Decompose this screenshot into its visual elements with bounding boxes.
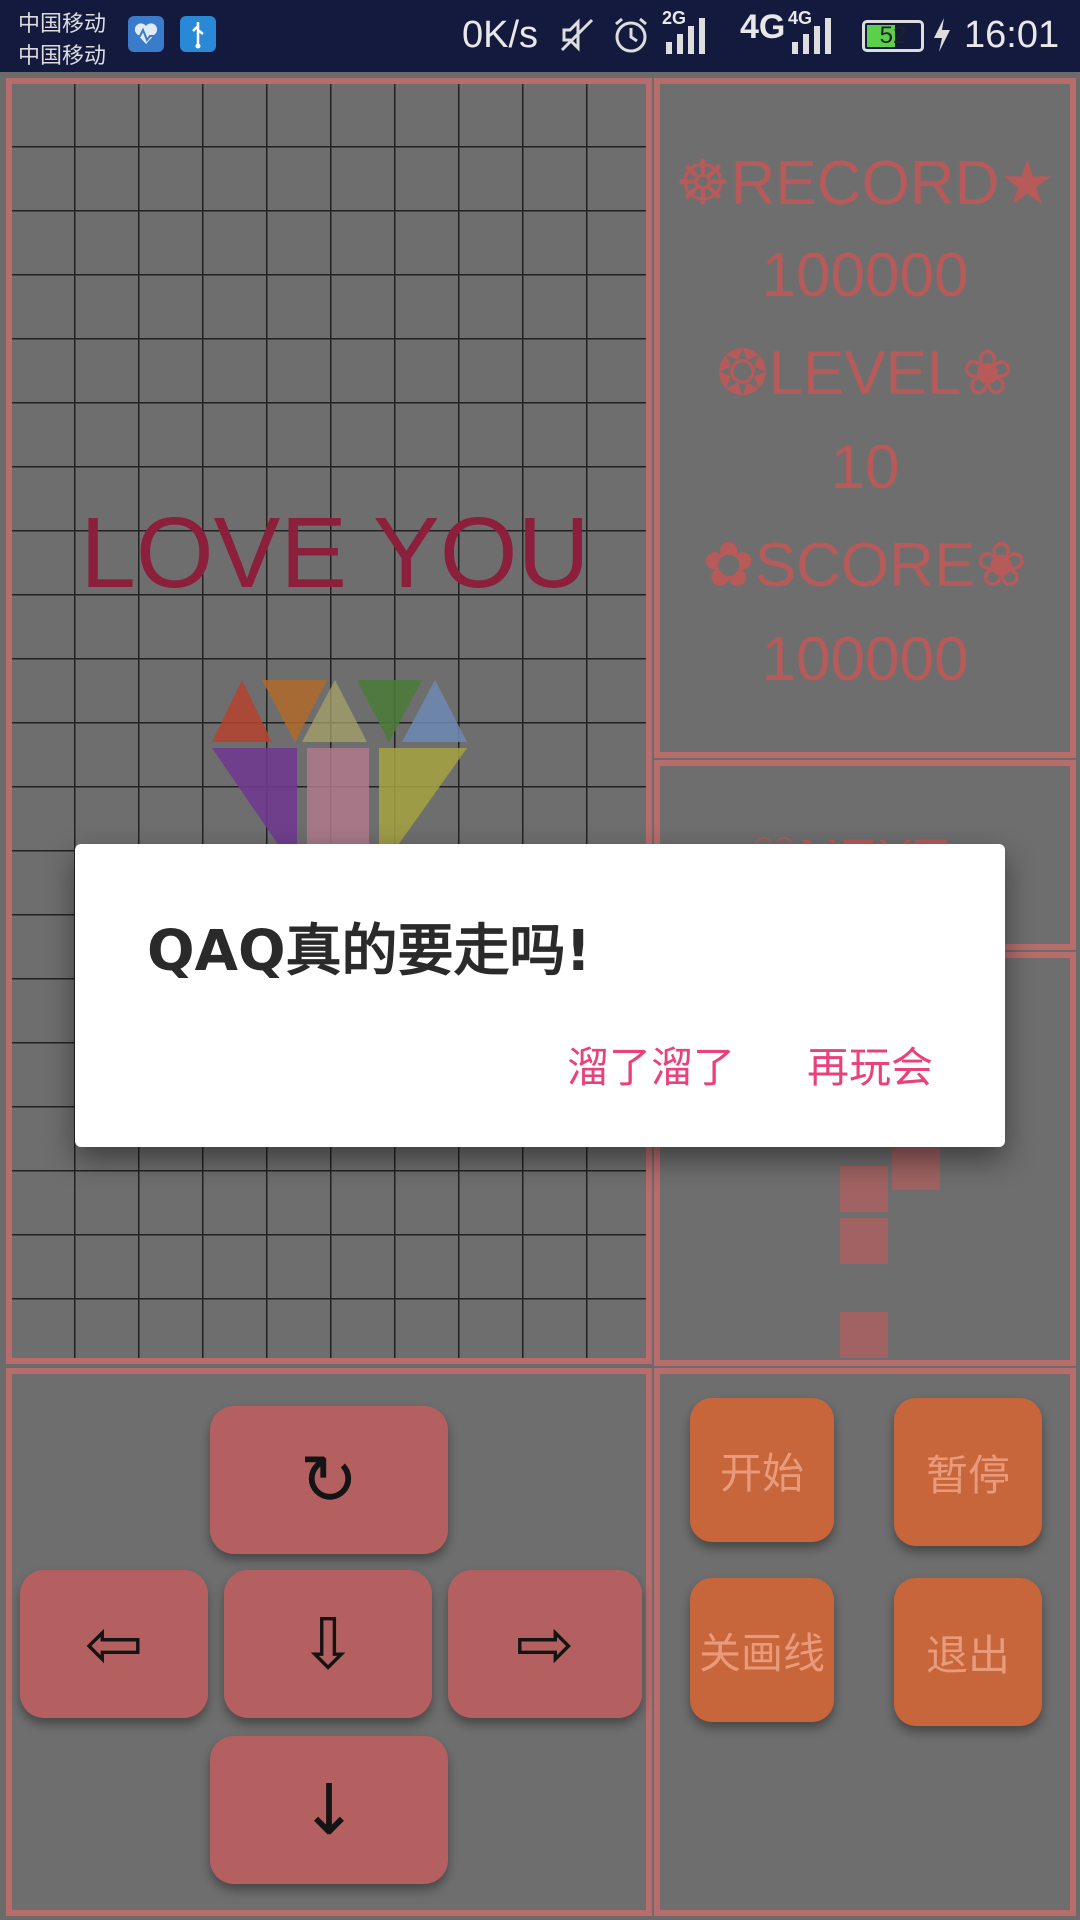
dialog-confirm-button[interactable]: 溜了溜了 xyxy=(567,1034,735,1095)
dialog-message: QAQ真的要走吗! xyxy=(147,919,592,984)
dialog-cancel-button[interactable]: 再玩会 xyxy=(807,1034,933,1095)
exit-confirm-dialog: QAQ真的要走吗! 溜了溜了 再玩会 xyxy=(75,844,1005,1147)
